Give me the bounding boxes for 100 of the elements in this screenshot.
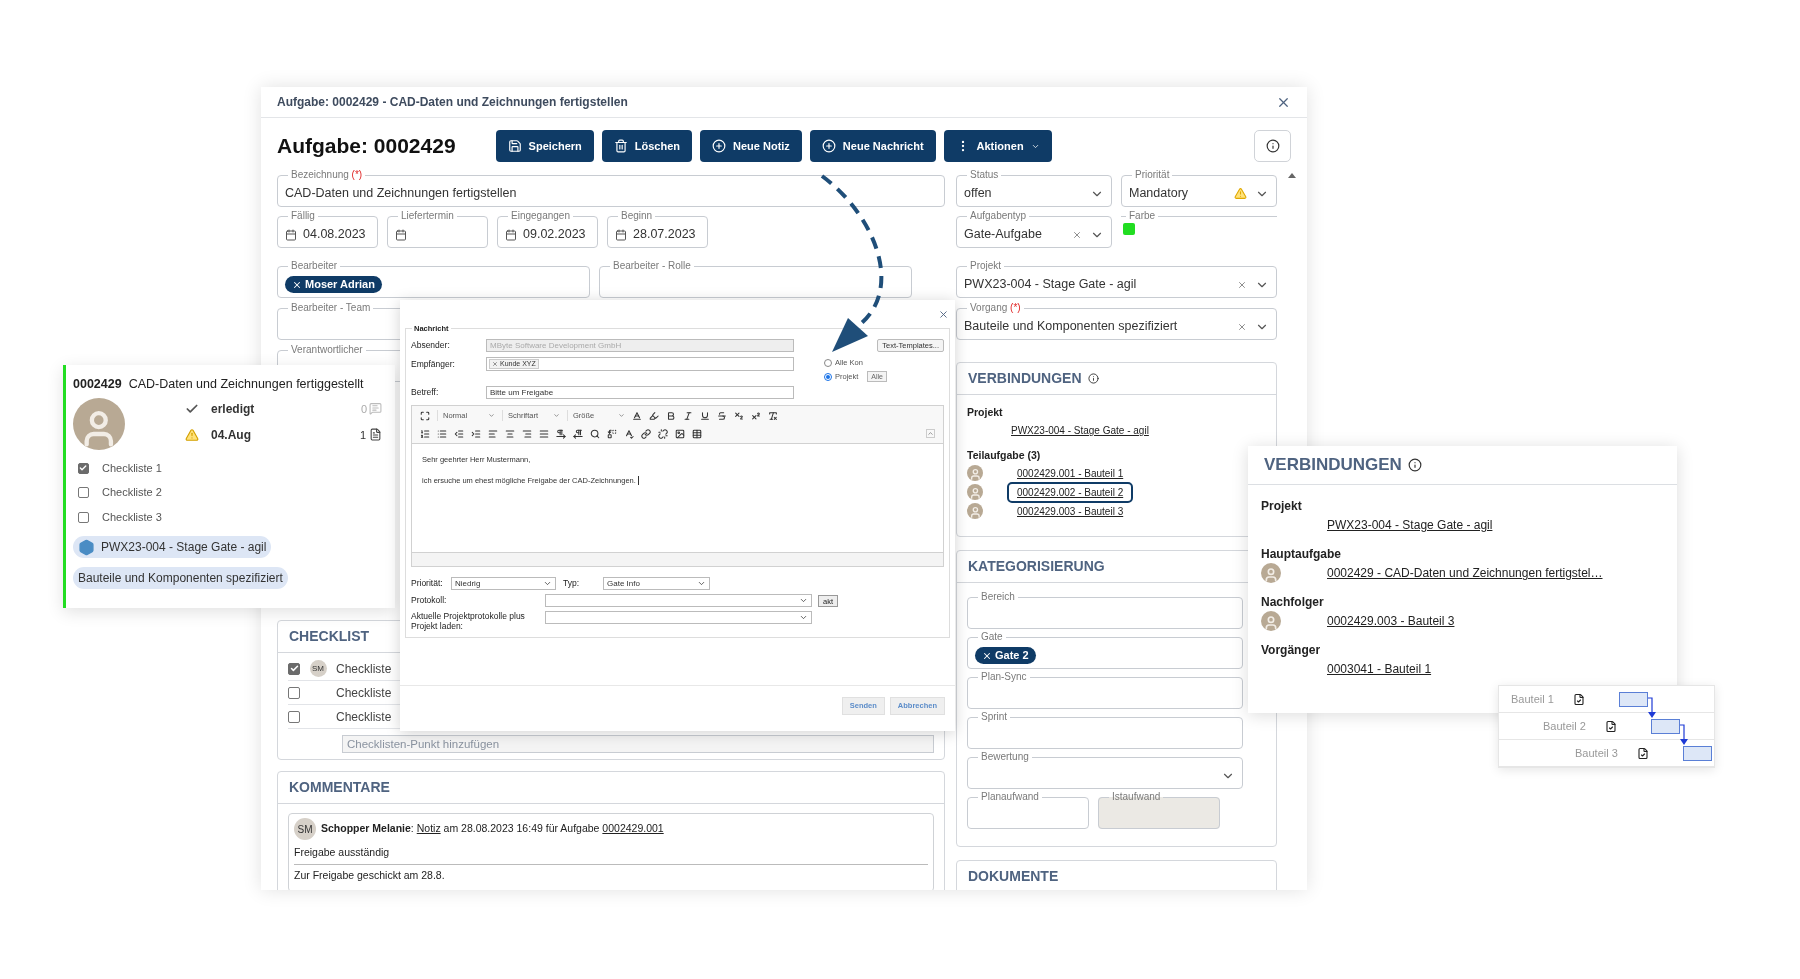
toolbar-button[interactable]: Löschen (601, 130, 692, 162)
outdent-icon[interactable] (454, 428, 464, 439)
text-field[interactable]: Plan-Sync (967, 670, 1243, 709)
date-field[interactable]: Fällig 04.08.2023 (277, 209, 378, 248)
link-icon[interactable] (641, 428, 651, 439)
numbered-list-icon[interactable] (420, 428, 430, 439)
select-field[interactable]: Vorgang (*) Bauteile und Komponenten spezifiziert (956, 301, 1277, 340)
bold-icon[interactable] (666, 410, 676, 421)
rtl-icon[interactable] (573, 428, 583, 439)
subtask-link[interactable]: 0002429.002 - Bauteil 2 (1007, 481, 1134, 503)
select-field[interactable]: Projekt PWX23-004 - Stage Gate - agil (956, 259, 1277, 298)
task-link[interactable]: 0002429.001 (602, 822, 664, 835)
relation-link[interactable]: 0002429.003 - Bauteil 3 (1327, 612, 1455, 630)
subtask-link[interactable]: 0002429.003 - Bauteil 3 (1007, 500, 1134, 522)
initials-avatar: SM (309, 660, 327, 677)
field-label: Sprint (980, 710, 1009, 724)
info-icon[interactable] (1407, 458, 1422, 472)
checkbox[interactable] (288, 686, 300, 699)
subscript-icon[interactable] (734, 410, 744, 421)
field-label: Protokoll: (411, 594, 448, 607)
align-left-icon[interactable] (488, 428, 498, 439)
clear-format-icon[interactable] (768, 410, 778, 421)
add-item-field[interactable]: Checklisten-Punkt hinzufügen (342, 735, 934, 753)
superscript-icon[interactable] (751, 410, 761, 421)
spell-check-icon[interactable] (624, 428, 634, 439)
tag-pill: Bauteile und Komponenten spezifiziert (73, 567, 288, 590)
table-icon[interactable] (692, 428, 702, 439)
clear-icon[interactable] (1237, 279, 1247, 290)
maximize-icon[interactable] (420, 410, 430, 421)
select-field[interactable] (545, 611, 812, 624)
comment-header: Schopper Melanie: Notiz am 28.08.2023 16:49 für Aufgabe 0002429.001 (321, 821, 664, 837)
image-icon[interactable] (675, 428, 685, 439)
remove-icon[interactable] (292, 279, 302, 290)
select-field[interactable]: Bewertung (967, 750, 1243, 789)
select-field[interactable]: Priorität Mandatory (1121, 168, 1277, 207)
field-label: Bearbeiter - Team (290, 301, 372, 315)
bullet-list-icon[interactable] (437, 428, 447, 439)
checklist-item-text: Checkliste 2 (102, 485, 162, 501)
text-field[interactable]: Bezeichnung (*) CAD-Daten und Zeichnungen fertigstellen (277, 168, 945, 207)
hexagon-icon (78, 538, 95, 556)
date-field[interactable]: Liefertermin (387, 209, 488, 248)
toolbar-button[interactable]: Neue Nachricht (809, 130, 936, 162)
checkbox[interactable] (78, 487, 89, 498)
underline-icon[interactable] (700, 410, 710, 421)
text-field[interactable]: Bereich (967, 590, 1243, 629)
clear-icon[interactable] (1072, 229, 1082, 240)
section-title: VERBINDUNGEN (1264, 454, 1402, 477)
close-icon[interactable] (938, 308, 949, 320)
indent-icon[interactable] (471, 428, 481, 439)
tag-chip[interactable]: Moser Adrian (285, 276, 382, 293)
tag-field[interactable]: Bearbeiter Moser Adrian (277, 259, 590, 298)
date-field[interactable]: Beginn 28.07.2023 (607, 209, 708, 248)
highlight-icon[interactable] (649, 410, 659, 421)
relation-link[interactable]: 0003041 - Bauteil 1 (1327, 660, 1432, 678)
select-field[interactable]: Niedrig (451, 577, 556, 590)
text-field[interactable]: Bearbeiter - Rolle (599, 259, 912, 298)
field-label: Aktuelle Projektprotokolle plus Projekt laden: (411, 611, 526, 631)
subtask-link[interactable]: 0002429.001 - Bauteil 1 (1007, 462, 1134, 484)
checkbox[interactable] (288, 662, 300, 675)
unlink-icon[interactable] (658, 428, 668, 439)
tag-field[interactable]: Gate Gate 2 (967, 630, 1243, 669)
subject-field[interactable]: Bitte um Freigabe (486, 386, 794, 399)
checkbox[interactable] (288, 710, 300, 723)
section-title: VERBINDUNGEN (968, 369, 1082, 388)
project-link[interactable]: PWX23-004 - Stage Gate - agil (1011, 422, 1149, 438)
text-color-icon[interactable] (632, 410, 642, 421)
align-right-icon[interactable] (522, 428, 532, 439)
color-picker[interactable]: Farbe (1121, 209, 1277, 248)
field-label: Vorgang (*) (969, 301, 1022, 315)
checkbox[interactable] (78, 462, 89, 474)
text-field[interactable]: Planaufwand (967, 790, 1089, 829)
select-field[interactable] (545, 594, 812, 607)
align-center-icon[interactable] (505, 428, 515, 439)
toolbar-button[interactable]: Aktionen (943, 130, 1052, 162)
info-button[interactable] (1254, 130, 1291, 162)
strikethrough-icon[interactable] (717, 410, 727, 421)
comment-text: Freigabe ausständig (294, 845, 391, 860)
tag-chip[interactable]: Gate 2 (975, 647, 1036, 664)
relation-link[interactable]: 0002429 - CAD-Daten und Zeichnungen fertigstel… (1327, 564, 1603, 582)
remove-icon[interactable] (982, 650, 992, 661)
select-field[interactable]: Gate Info (603, 577, 710, 590)
search-icon[interactable] (590, 428, 600, 439)
note-link[interactable]: Notiz (416, 822, 441, 835)
replace-icon[interactable] (607, 428, 617, 439)
relation-link[interactable]: PWX23-004 - Stage Gate - agil (1327, 516, 1493, 534)
select-field[interactable]: Status offen (956, 168, 1112, 207)
info-icon[interactable] (1087, 373, 1099, 384)
toolbar-button[interactable]: Speichern (495, 130, 594, 162)
checkbox[interactable] (78, 511, 89, 523)
text-field[interactable]: Sprint (967, 710, 1243, 749)
toolbar-button[interactable]: Neue Notiz (700, 130, 802, 162)
select-field[interactable]: Aufgabentyp Gate-Aufgabe (956, 209, 1112, 248)
date-field[interactable]: Eingegangen 09.02.2023 (497, 209, 598, 248)
clear-icon[interactable] (1237, 321, 1247, 332)
field-label: Absender: (411, 339, 451, 352)
italic-icon[interactable] (683, 410, 693, 421)
scroll-up-icon[interactable] (1288, 173, 1296, 178)
align-justify-icon[interactable] (539, 428, 549, 439)
field-label: Aufgabentyp (969, 209, 1028, 223)
ltr-icon[interactable] (556, 428, 566, 439)
